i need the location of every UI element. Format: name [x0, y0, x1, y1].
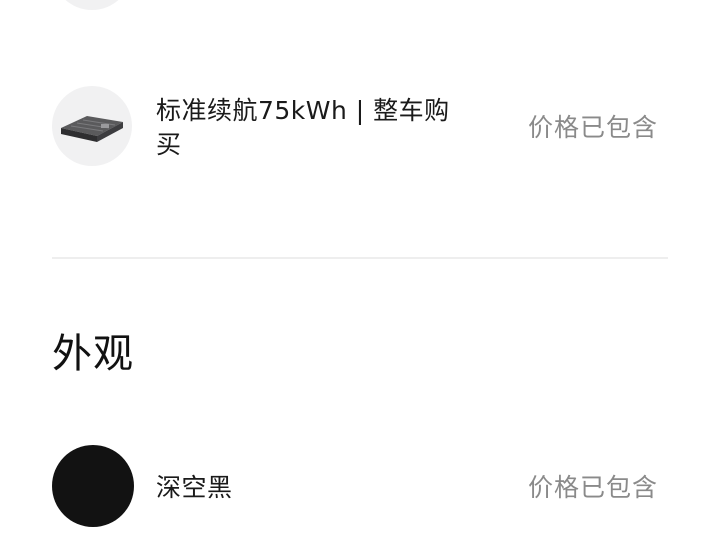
battery-price-note: 价格已包含	[527, 113, 658, 142]
color-swatch-deep-space-black	[52, 445, 134, 527]
battery-option-label-line1: 标准续航75kWh | 整车购	[156, 96, 450, 125]
exterior-color-row[interactable]: 深空黑 价格已包含	[0, 430, 720, 540]
battery-thumbnail	[52, 86, 132, 166]
exterior-price-note: 价格已包含	[527, 473, 658, 502]
battery-option-label: 标准续航75kWh | 整车购 买	[156, 94, 450, 162]
exterior-section-title: 外观	[52, 331, 134, 377]
section-divider	[52, 257, 668, 259]
battery-pack-icon	[57, 106, 127, 146]
exterior-color-label: 深空黑	[156, 473, 233, 502]
battery-option-label-line2: 买	[156, 130, 182, 159]
battery-option-row[interactable]: 标准续航75kWh | 整车购 买 价格已包含	[0, 0, 720, 250]
configurator-page: 标准续航75kWh | 整车购 买 价格已包含 外观 深空黑 价格已包含	[0, 0, 720, 540]
